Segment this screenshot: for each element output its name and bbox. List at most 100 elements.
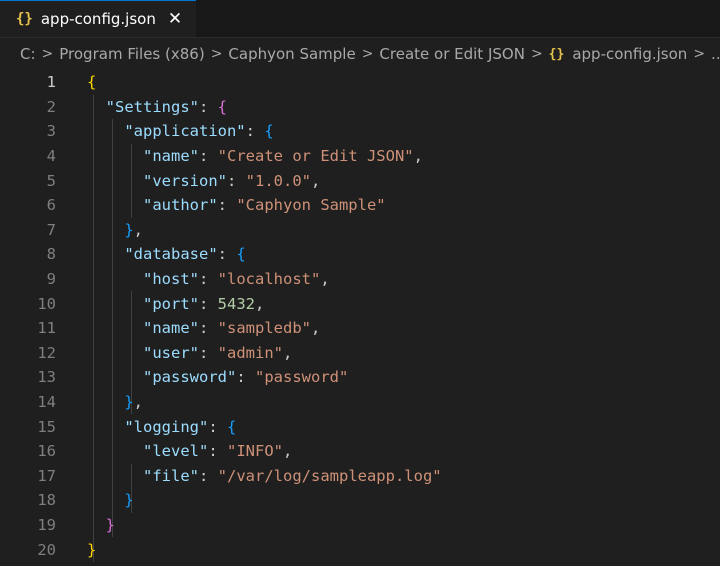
close-icon[interactable]: ✕ xyxy=(168,10,182,28)
code-text: "file": "/var/log/sampleapp.log" xyxy=(87,467,442,485)
line-number: 7 xyxy=(46,220,56,239)
code-line[interactable]: 3 "application": { xyxy=(0,119,720,144)
json-key-token: "version" xyxy=(143,171,227,190)
code-text: "port": 5432, xyxy=(87,295,264,313)
bracket-token: } xyxy=(124,393,134,412)
json-key-token: "password" xyxy=(143,368,237,387)
code-line[interactable]: 12 "user": "admin", xyxy=(0,341,720,366)
punctuation-token: : xyxy=(217,196,237,215)
code-editor[interactable]: 1{2 "Settings": {3 "application": {4 "na… xyxy=(0,70,720,566)
punctuation-token: : xyxy=(217,245,237,264)
code-text: "author": "Caphyon Sample" xyxy=(87,196,386,214)
code-text: "level": "INFO", xyxy=(87,442,292,460)
line-number: 10 xyxy=(37,294,56,313)
breadcrumb-more[interactable]: ... xyxy=(711,45,720,63)
line-number: 15 xyxy=(37,417,56,436)
code-line[interactable]: 8 "database": { xyxy=(0,242,720,267)
punctuation-token: , xyxy=(311,319,321,338)
line-number: 17 xyxy=(37,466,56,485)
json-key-token: "application" xyxy=(124,122,246,141)
breadcrumb-item-caphyon-sample[interactable]: Caphyon Sample xyxy=(228,45,355,63)
punctuation-token: , xyxy=(283,343,293,362)
code-line[interactable]: 18 } xyxy=(0,488,720,513)
punctuation-token: : xyxy=(199,466,218,485)
code-line[interactable]: 5 "version": "1.0.0", xyxy=(0,168,720,193)
code-text: } xyxy=(87,516,115,534)
json-string-token: "1.0.0" xyxy=(245,171,311,190)
line-number: 13 xyxy=(37,368,56,387)
json-string-token: "INFO" xyxy=(227,442,283,461)
code-line[interactable]: 10 "port": 5432, xyxy=(0,291,720,316)
punctuation-token: : xyxy=(227,171,246,190)
json-key-token: "host" xyxy=(143,270,199,289)
chevron-right-icon: > xyxy=(41,46,54,62)
code-line[interactable]: 2 "Settings": { xyxy=(0,95,720,120)
code-line[interactable]: 14 }, xyxy=(0,390,720,415)
punctuation-token: , xyxy=(311,171,321,190)
code-line[interactable]: 4 "name": "Create or Edit JSON", xyxy=(0,144,720,169)
code-line[interactable]: 19 } xyxy=(0,513,720,538)
json-key-token: "user" xyxy=(143,343,199,362)
punctuation-token: : xyxy=(199,147,218,166)
json-key-token: "logging" xyxy=(124,417,209,436)
json-string-token: "Create or Edit JSON" xyxy=(217,147,414,166)
chevron-right-icon: > xyxy=(361,46,374,62)
tab-app-config[interactable]: {} app-config.json ✕ xyxy=(0,0,196,37)
breadcrumb-item-file[interactable]: app-config.json xyxy=(572,45,687,63)
punctuation-token: : xyxy=(199,270,218,289)
code-text: "password": "password" xyxy=(87,368,348,386)
tab-bar: {} app-config.json ✕ xyxy=(0,0,720,38)
line-number: 1 xyxy=(46,73,56,92)
punctuation-token: , xyxy=(133,393,144,412)
json-string-token: "admin" xyxy=(217,343,283,362)
json-key-token: "database" xyxy=(124,245,218,264)
code-text: } xyxy=(87,491,133,509)
code-text: "name": "sampledb", xyxy=(87,319,320,337)
json-key-token: "name" xyxy=(143,147,199,166)
bracket-token: { xyxy=(227,417,237,436)
breadcrumb-item-drive[interactable]: C: xyxy=(20,45,36,63)
code-text: "logging": { xyxy=(87,418,236,436)
punctuation-token: : xyxy=(208,417,227,436)
line-number: 5 xyxy=(46,171,56,190)
punctuation-token: : xyxy=(199,319,218,338)
line-number: 16 xyxy=(37,442,56,461)
code-line[interactable]: 16 "level": "INFO", xyxy=(0,439,720,464)
json-string-token: "sampledb" xyxy=(217,319,311,338)
json-string-token: "localhost" xyxy=(217,270,321,289)
code-text: "user": "admin", xyxy=(87,344,292,362)
punctuation-token: , xyxy=(320,270,330,289)
punctuation-token: : xyxy=(199,294,218,313)
json-string-token: "Caphyon Sample" xyxy=(236,196,386,215)
breadcrumb-item-create-edit-json[interactable]: Create or Edit JSON xyxy=(379,45,525,63)
breadcrumb-item-program-files[interactable]: Program Files (x86) xyxy=(59,45,204,63)
code-line[interactable]: 7 }, xyxy=(0,218,720,243)
code-line[interactable]: 1{ xyxy=(0,70,720,95)
punctuation-token: , xyxy=(133,220,144,239)
breadcrumb: C: > Program Files (x86) > Caphyon Sampl… xyxy=(0,38,720,70)
code-line[interactable]: 20} xyxy=(0,537,720,562)
code-line[interactable]: 13 "password": "password" xyxy=(0,365,720,390)
json-braces-icon: {} xyxy=(548,46,565,62)
json-key-token: "Settings" xyxy=(105,97,199,116)
code-line[interactable]: 6 "author": "Caphyon Sample" xyxy=(0,193,720,218)
bracket-token: } xyxy=(105,516,116,535)
code-line[interactable]: 17 "file": "/var/log/sampleapp.log" xyxy=(0,464,720,489)
punctuation-token: , xyxy=(283,442,293,461)
code-line[interactable]: 9 "host": "localhost", xyxy=(0,267,720,292)
punctuation-token: , xyxy=(255,294,265,313)
code-line[interactable]: 11 "name": "sampledb", xyxy=(0,316,720,341)
code-text: { xyxy=(87,73,96,91)
code-line[interactable]: 15 "logging": { xyxy=(0,414,720,439)
